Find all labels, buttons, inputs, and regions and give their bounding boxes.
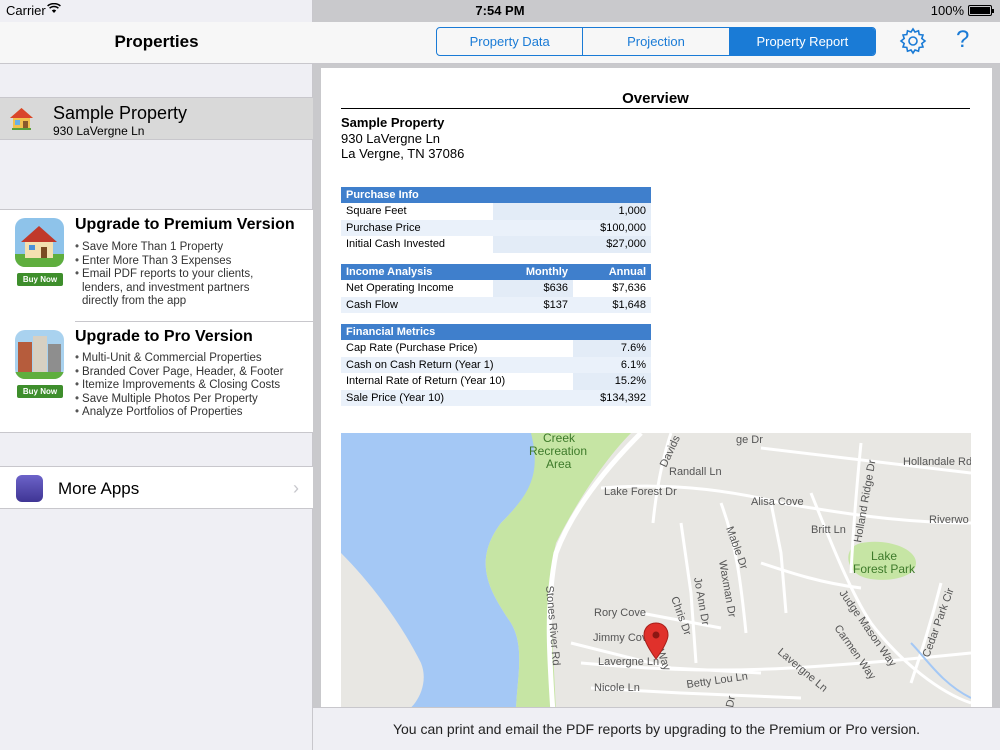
map-label: Britt Ln	[811, 524, 846, 536]
map-label: Lake Forest Dr	[604, 486, 677, 498]
feature-item: Branded Cover Page, Header, & Footer	[75, 366, 283, 380]
map-label: Rory Cove	[594, 607, 646, 619]
feature-item: Itemize Improvements & Closing Costs	[75, 379, 283, 393]
table-row: Sale Price (Year 10) $134,392	[341, 389, 651, 406]
map-label: Lake	[871, 549, 897, 563]
house-icon	[10, 108, 33, 130]
table-row: Cash Flow $137 $1,648	[341, 296, 651, 313]
upgrade-message-bar: You can print and email the PDF reports …	[313, 707, 1000, 750]
financial-metrics-table: Financial Metrics Cap Rate (Purchase Pri…	[341, 324, 651, 406]
segmented-control: Property Data Projection Property Report	[436, 27, 876, 56]
property-name: Sample Property	[53, 103, 188, 123]
table-row: Initial Cash Invested $27,000	[341, 236, 651, 253]
table-row: Cap Rate (Purchase Price) 7.6%	[341, 340, 651, 357]
map-label: Riverwo	[929, 514, 969, 526]
chevron-right-icon: ›	[293, 478, 299, 498]
premium-features: Save More Than 1 Property Enter More Tha…	[75, 241, 275, 309]
feature-item: Email PDF reports to your clients, lende…	[75, 268, 275, 309]
status-bar: Carrier 7:54 PM 100%	[0, 0, 1000, 22]
property-map[interactable]: Creek Recreation Area Davids Randall Ln …	[341, 433, 971, 713]
map-label: Area	[546, 457, 572, 471]
report-title: Overview	[341, 90, 970, 109]
table-row: Net Operating Income $636 $7,636	[341, 280, 651, 297]
map-label: Randall Ln	[669, 466, 722, 478]
table-header: Purchase Info	[341, 187, 651, 203]
table-header: Financial Metrics	[341, 324, 651, 340]
clock: 7:54 PM	[475, 3, 525, 18]
feature-item: Multi-Unit & Commercial Properties	[75, 352, 283, 366]
more-apps-row[interactable]: More Apps ›	[0, 466, 313, 509]
map-label: Nicole Ln	[594, 682, 640, 694]
premium-app-icon	[15, 218, 64, 267]
map-graphic: Creek Recreation Area Davids Randall Ln …	[341, 433, 971, 713]
more-apps-icon	[16, 475, 43, 502]
battery-percent: 100%	[930, 3, 964, 18]
feature-item: Save More Than 1 Property	[75, 241, 275, 255]
tab-projection[interactable]: Projection	[583, 28, 730, 55]
help-button[interactable]: ?	[956, 26, 969, 54]
map-label: Recreation	[529, 444, 587, 458]
property-list-item[interactable]: Sample Property 930 LaVergne Ln	[0, 97, 313, 140]
feature-item: Save Multiple Photos Per Property	[75, 393, 283, 407]
report-address-line1: 930 LaVergne Ln	[341, 130, 441, 146]
map-label: Lavergne Ln	[598, 656, 659, 668]
report-page: Overview Sample Property 930 LaVergne Ln…	[321, 68, 992, 750]
main-header: Property Data Projection Property Report…	[313, 22, 1000, 64]
map-label: Alisa Cove	[751, 496, 804, 508]
gear-icon[interactable]	[899, 27, 927, 55]
main-content: Property Data Projection Property Report…	[313, 0, 1000, 750]
buy-now-button[interactable]: Buy Now	[17, 273, 63, 286]
tab-property-data[interactable]: Property Data	[437, 28, 584, 55]
buy-now-button[interactable]: Buy Now	[17, 385, 63, 398]
map-label: ge Dr	[736, 434, 763, 446]
more-apps-label: More Apps	[58, 479, 140, 498]
table-row: Internal Rate of Return (Year 10) 15.2%	[341, 373, 651, 390]
report-address-line2: La Vergne, TN 37086	[341, 146, 465, 161]
pro-app-icon	[15, 330, 64, 379]
sidebar: Properties Sample Property 930 LaVergne …	[0, 0, 313, 750]
battery-icon	[968, 5, 994, 16]
sidebar-title: Properties	[114, 32, 199, 51]
purchase-info-table: Purchase Info Square Feet 1,000 Purchase …	[341, 187, 651, 253]
property-address: 930 LaVergne Ln	[53, 124, 145, 138]
feature-item: Analyze Portfolios of Properties	[75, 406, 283, 420]
table-header: Income Analysis	[341, 264, 493, 280]
pro-features: Multi-Unit & Commercial Properties Brand…	[75, 352, 283, 420]
income-analysis-table: Income Analysis Monthly Annual Net Opera…	[341, 264, 651, 313]
sidebar-header: Properties	[0, 22, 313, 64]
table-row: Purchase Price $100,000	[341, 219, 651, 236]
map-label: Hollandale Rd	[903, 456, 971, 468]
table-row: Cash on Cash Return (Year 1) 6.1%	[341, 356, 651, 373]
tab-property-report[interactable]: Property Report	[729, 28, 875, 55]
report-property-name: Sample Property	[341, 115, 445, 130]
table-row: Square Feet 1,000	[341, 203, 651, 220]
premium-title: Upgrade to Premium Version	[75, 216, 295, 233]
report-address-block: Sample Property 930 LaVergne Ln La Vergn…	[341, 115, 464, 162]
feature-item: Enter More Than 3 Expenses	[75, 255, 275, 269]
upgrade-section: Buy Now Upgrade to Premium Version Save …	[0, 209, 313, 433]
map-label: Forest Park	[853, 562, 916, 576]
pro-title: Upgrade to Pro Version	[75, 328, 253, 345]
divider	[75, 321, 313, 322]
battery-indicator: 100%	[930, 3, 994, 18]
